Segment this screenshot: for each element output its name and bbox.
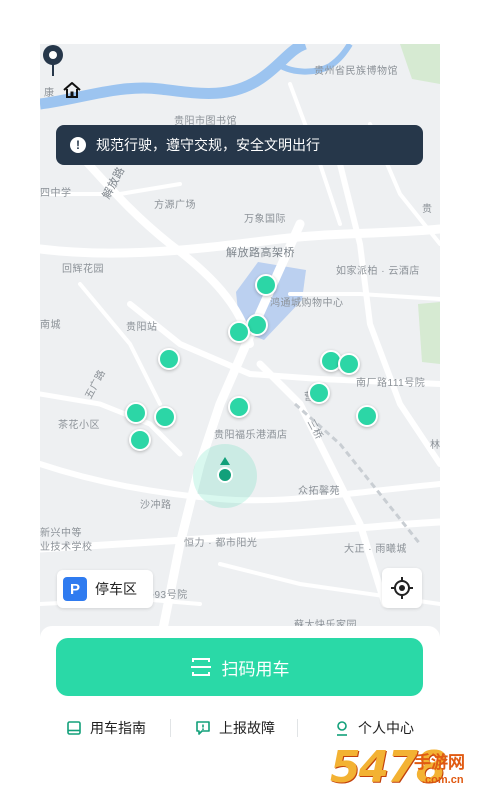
map-label: 南城 xyxy=(40,320,61,331)
watermark-text: 手游网 xyxy=(414,753,465,772)
bottom-panel: 扫码用车 用车指南 上报故障 个人中心 xyxy=(40,626,440,756)
map-label: 沙冲路 xyxy=(140,500,172,511)
map-label: 方源广场 xyxy=(154,200,196,211)
park-area-2 xyxy=(418,302,440,364)
locate-me-button[interactable] xyxy=(382,568,422,608)
map-label: 茶花小区 xyxy=(58,420,100,431)
scan-label: 扫码用车 xyxy=(221,659,290,679)
nav-profile[interactable]: 个人中心 xyxy=(334,718,414,738)
nav-divider xyxy=(170,719,171,737)
map-label: 新兴中等 xyxy=(40,528,82,539)
map-label: 如家派柏 · 云酒店 xyxy=(336,266,420,277)
map-label: 大正 · 雨曦城 xyxy=(344,544,407,555)
map-label: 康 xyxy=(44,88,55,99)
parking-icon: P xyxy=(63,577,87,601)
map-label: 恒力 · 都市阳光 xyxy=(184,538,258,549)
nav-divider xyxy=(297,719,298,737)
map-label: 贵州省民族博物馆 xyxy=(314,66,398,77)
bike-marker[interactable] xyxy=(154,406,176,428)
home-icon xyxy=(63,82,81,98)
alert-icon: ! xyxy=(70,137,86,153)
scan-to-ride-button[interactable]: 扫码用车 xyxy=(56,638,423,696)
map-label: 贵阳站 xyxy=(126,322,158,333)
parking-label: 停车区 xyxy=(95,581,137,597)
park-area xyxy=(400,44,440,84)
bike-marker[interactable] xyxy=(255,274,277,296)
scan-icon xyxy=(190,658,211,676)
nav-report-fault[interactable]: 上报故障 xyxy=(195,718,275,738)
bike-marker[interactable] xyxy=(228,396,250,418)
map-label: 贵阳福乐港酒店 xyxy=(214,430,288,441)
map-label: 林 xyxy=(430,440,440,451)
bike-marker[interactable] xyxy=(125,402,147,424)
report-icon xyxy=(196,721,210,735)
notice-text: 规范行驶，遵守交规，安全文明出行 xyxy=(96,137,320,153)
nav-ride-guide[interactable]: 用车指南 xyxy=(66,718,146,738)
map-label: 业技术学校 xyxy=(40,542,93,553)
nav-ride-guide-label: 用车指南 xyxy=(90,720,146,736)
book-icon xyxy=(67,721,81,735)
bike-marker[interactable] xyxy=(338,353,360,375)
home-button[interactable] xyxy=(58,76,86,104)
bike-marker[interactable] xyxy=(158,348,180,370)
map-label: 鸿通城购物中心 xyxy=(270,298,344,309)
bike-marker[interactable] xyxy=(308,382,330,404)
parking-area-button[interactable]: P 停车区 xyxy=(57,570,153,608)
map-label: 南厂路111号院 xyxy=(356,378,426,389)
watermark-url: .com.cn xyxy=(422,774,464,786)
crosshair-icon xyxy=(391,577,413,599)
map-label: 四中学 xyxy=(40,188,72,199)
nav-report-fault-label: 上报故障 xyxy=(219,720,275,736)
safety-notice-banner: ! 规范行驶，遵守交规，安全文明出行 xyxy=(56,125,423,165)
user-icon xyxy=(337,721,347,736)
current-location-dot xyxy=(217,467,233,483)
map-label: 回辉花园 xyxy=(62,264,104,275)
heading-arrow-icon xyxy=(220,457,230,465)
map-label: 众拓馨苑 xyxy=(298,486,340,497)
phone-frame: 贵州省民族博物馆 贵阳市图书馆 康 解放路 方源广场 四中学 万象国际 贵 解放… xyxy=(40,44,440,756)
map-label: 贵 xyxy=(422,204,433,215)
map-label: 解放路高架桥 xyxy=(226,247,295,259)
map-label: 万象国际 xyxy=(244,214,286,225)
bike-marker[interactable] xyxy=(228,321,250,343)
bike-marker[interactable] xyxy=(356,405,378,427)
watermark-logo: 5478 手游网 .com.cn xyxy=(330,740,480,800)
bike-marker[interactable] xyxy=(129,429,151,451)
app-screen: 贵州省民族博物馆 贵阳市图书馆 康 解放路 方源广场 四中学 万象国际 贵 解放… xyxy=(0,0,480,800)
nav-profile-label: 个人中心 xyxy=(358,720,414,736)
